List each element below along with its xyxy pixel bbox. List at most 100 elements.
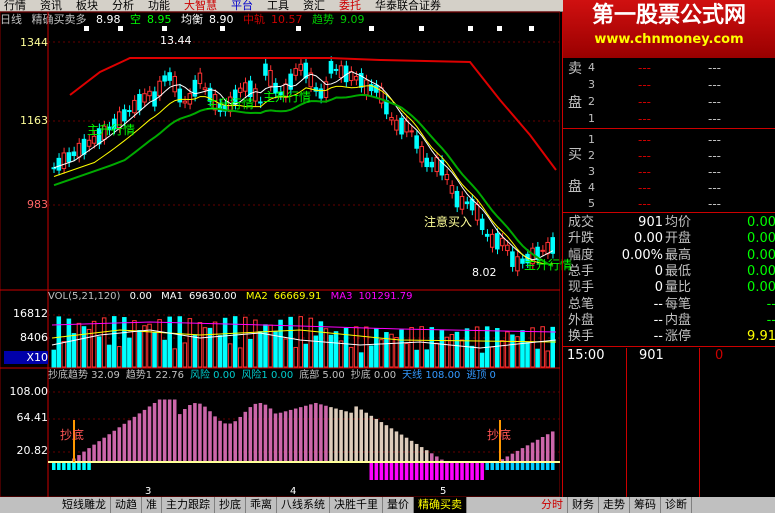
candle (132, 99, 137, 114)
candle (505, 244, 510, 252)
indicator-bar (394, 431, 399, 462)
volume-bar (530, 327, 535, 368)
sell-level-row: 3 --- --- (563, 77, 775, 93)
indicator-bar (233, 421, 237, 462)
right-tab-2[interactable]: 走势 (599, 497, 630, 513)
stat-value: 0.00 (634, 231, 663, 247)
candle (258, 101, 263, 104)
volume-scale-badge[interactable]: X10 (4, 351, 48, 364)
indicator-bar (178, 414, 182, 462)
stock-chart[interactable]: 3 4 5 (0, 0, 560, 497)
price-axis-label-mid: 1163 (20, 114, 48, 127)
right-tab-0[interactable]: 分时 (537, 497, 568, 513)
volume-bar (288, 316, 293, 368)
candle (172, 75, 178, 93)
stat-value: -- (653, 312, 663, 328)
stat-label: 外盘 (568, 312, 595, 328)
volume-bar (510, 334, 515, 368)
volume-bar (505, 331, 510, 368)
bottom-fishing-label-2: 抄底 (487, 428, 512, 442)
indicator-bar (314, 402, 318, 462)
right-tab-1[interactable]: 财务 (568, 497, 599, 513)
indicator-value-1: 趋势1 22.76 (125, 370, 184, 381)
stat-value: -- (653, 329, 663, 345)
indicator-bar (132, 416, 137, 462)
buy-volume: --- (708, 165, 721, 179)
candle (489, 233, 495, 248)
base-bar (419, 462, 424, 480)
tab-5[interactable]: 乖离 (246, 497, 277, 513)
indicator-bar (152, 402, 157, 462)
volume-bar (449, 333, 455, 368)
sell-price: --- (638, 112, 651, 126)
base-bar (495, 462, 500, 470)
volume-bar (182, 342, 188, 368)
tab-6[interactable]: 八线系统 (277, 497, 330, 513)
base-bar (424, 462, 429, 480)
indicator-bar (218, 420, 222, 462)
candle (142, 93, 147, 103)
sell-volume: --- (708, 112, 721, 126)
indicator-bar (550, 431, 555, 462)
trend-label-2: 主升行情 (206, 97, 255, 111)
candle (389, 116, 394, 121)
base-bar (384, 462, 389, 480)
stat-value: 0.00 (747, 247, 775, 263)
stat-value: 0.00 (747, 280, 775, 296)
indicator-bar (203, 406, 207, 462)
indicator-bar (319, 404, 323, 462)
indicator-value-7: 逃顶 0 (466, 370, 496, 381)
stat-label: 最低 (665, 263, 692, 279)
candle (328, 60, 334, 74)
candle (81, 138, 87, 155)
volume-axis-top: 16812 (13, 307, 48, 320)
indicator-value-0: 抄底趋势 32.09 (48, 370, 120, 381)
candle (540, 249, 545, 252)
indicator-header: 抄底趋势 32.09 趋势1 22.76 风险 0.00 风险1 0.00 底部 5.0… (48, 369, 502, 383)
sell-level-num: 1 (588, 112, 595, 125)
indicator-value-4: 底部 5.00 (299, 370, 345, 381)
base-bar (505, 462, 510, 470)
indicator-value-6: 天线 108.00 (402, 370, 461, 381)
indicator-bar (142, 409, 147, 462)
volume-value: 0.00 (129, 291, 152, 302)
candle (338, 65, 344, 79)
signal-marker (296, 26, 301, 31)
stat-value: 0.00 (747, 215, 775, 230)
indicator-bar (304, 405, 308, 462)
candle (363, 79, 369, 96)
indicator-bar (379, 422, 384, 462)
volume-bar (545, 350, 550, 368)
candle (353, 75, 359, 81)
tab-3[interactable]: 主力跟踪 (162, 497, 215, 513)
base-bar (435, 462, 439, 480)
tab-8[interactable]: 量价 (383, 497, 414, 513)
indicator-axis-low: 20.82 (16, 444, 49, 457)
indicator-bar (339, 409, 343, 462)
candle (495, 233, 500, 250)
right-tab-4[interactable]: 诊断 (661, 497, 692, 513)
candle (404, 120, 409, 133)
tab-2[interactable]: 准 (142, 497, 162, 513)
tab-4[interactable]: 抄底 (215, 497, 246, 513)
volume-bar (308, 317, 314, 368)
tick-price: 901 (639, 348, 664, 363)
tab-1[interactable]: 动趋 (111, 497, 142, 513)
volume-bar (81, 326, 87, 368)
base-bar (520, 462, 525, 470)
volume-bar (263, 324, 268, 368)
stat-label: 量比 (665, 280, 692, 296)
indicator-bar (263, 404, 268, 462)
right-tab-3[interactable]: 筹码 (630, 497, 661, 513)
volume-bar (61, 341, 67, 368)
indicator-bar (112, 430, 117, 462)
candle (515, 256, 520, 272)
tab-9[interactable]: 精确买卖 (414, 497, 467, 513)
base-bar (460, 462, 464, 480)
signal-marker (369, 26, 374, 31)
indicator-bar (298, 407, 303, 462)
tab-7[interactable]: 决胜千里 (330, 497, 383, 513)
volume-bar (550, 326, 556, 368)
tab-0[interactable]: 短线雕龙 (58, 497, 111, 513)
base-bar (475, 462, 479, 480)
